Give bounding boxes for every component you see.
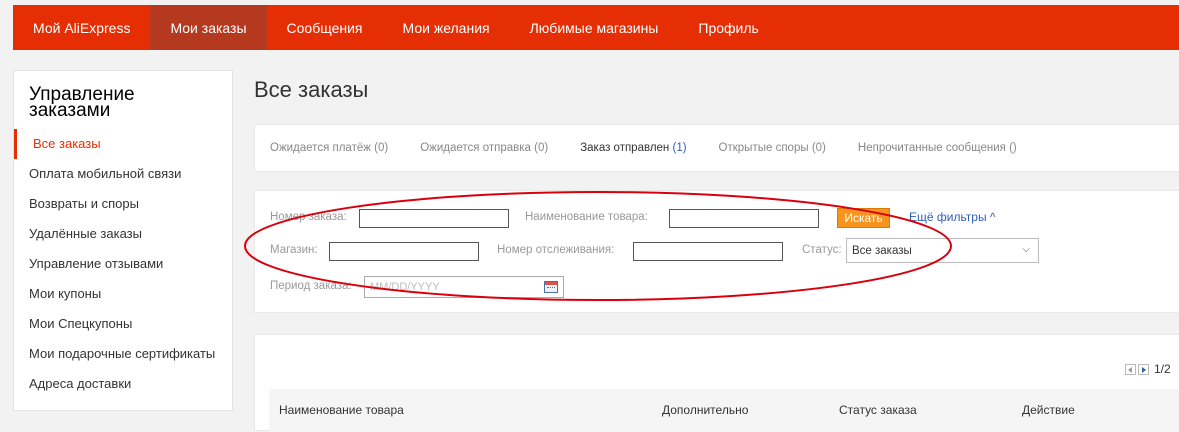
nav-profile[interactable]: Профиль <box>678 5 778 50</box>
orders-table-header: Наименование товара Дополнительно Статус… <box>269 389 1179 432</box>
tab-awaiting-shipment[interactable]: Ожидается отправка (0) <box>420 142 548 154</box>
status-selected-value: Все заказы <box>852 244 912 257</box>
page-title: Все заказы <box>254 77 369 102</box>
sidebar-title: Управление заказами <box>29 84 135 121</box>
sidebar-item-mobile-payment[interactable]: Оплата мобильной связи <box>14 159 232 189</box>
nav-messages[interactable]: Сообщения <box>267 5 383 50</box>
more-filters-link[interactable]: Ещё фильтры ^ <box>909 210 996 224</box>
sidebar-item-all-orders[interactable]: Все заказы <box>14 129 232 159</box>
status-label: Статус: <box>802 244 842 256</box>
tab-label: Открытые споры <box>718 142 809 154</box>
tracking-label: Номер отслеживания: <box>497 244 615 256</box>
sidebar-item-coupons[interactable]: Мои купоны <box>14 279 232 309</box>
column-header-status: Статус заказа <box>839 403 917 417</box>
top-nav: Мой AliExpress Мои заказы Сообщения Мои … <box>13 5 1179 50</box>
tab-awaiting-payment[interactable]: Ожидается платёж (0) <box>270 142 388 154</box>
sidebar-item-special-coupons[interactable]: Мои Спецкупоны <box>14 309 232 339</box>
nav-my-orders[interactable]: Мои заказы <box>150 5 267 50</box>
tab-label: Заказ отправлен <box>580 142 670 154</box>
product-name-label: Наименование товара: <box>525 211 648 223</box>
tab-count: (0) <box>374 142 389 154</box>
tab-open-disputes[interactable]: Открытые споры (0) <box>719 142 826 154</box>
pagination: 1/2 <box>1125 362 1171 376</box>
store-input[interactable] <box>329 242 479 261</box>
sidebar-item-returns-disputes[interactable]: Возвраты и споры <box>14 189 232 219</box>
tab-label: Ожидается платёж <box>270 142 371 154</box>
order-number-label: Номер заказа: <box>270 211 347 223</box>
column-header-action: Действие <box>1022 403 1075 417</box>
tab-count: (0) <box>811 142 826 154</box>
sidebar-item-gift-cards[interactable]: Мои подарочные сертификаты <box>14 339 232 369</box>
search-button[interactable]: Искать <box>837 208 890 228</box>
tab-label: Ожидается отправка <box>420 142 531 154</box>
sidebar: Управление заказами Все заказы Оплата мо… <box>13 70 233 411</box>
store-label: Магазин: <box>270 244 318 256</box>
results-panel: 1/2 Наименование товара Дополнительно Ст… <box>254 334 1179 432</box>
sidebar-item-deleted-orders[interactable]: Удалённые заказы <box>14 219 232 249</box>
sidebar-item-feedback[interactable]: Управление отзывами <box>14 249 232 279</box>
tab-shipped[interactable]: Заказ отправлен (1) <box>580 142 686 154</box>
status-tabs: Ожидается платёж (0) Ожидается отправка … <box>254 124 1179 172</box>
column-header-additional: Дополнительно <box>662 403 749 417</box>
date-placeholder: MM/DD/YYYY <box>370 281 440 293</box>
tab-unread-messages[interactable]: Непрочитанные сообщения () <box>858 142 1017 154</box>
calendar-icon[interactable] <box>544 281 558 293</box>
filter-panel: Номер заказа: Наименование товара: Искат… <box>254 190 1179 313</box>
tab-count: (0) <box>534 142 549 154</box>
page-indicator: 1/2 <box>1154 362 1171 376</box>
nav-wishlist[interactable]: Мои желания <box>383 5 510 50</box>
tab-count: () <box>1009 142 1017 154</box>
chevron-down-icon: ⌵ <box>1022 244 1030 255</box>
tab-label: Непрочитанные сообщения <box>857 142 1006 154</box>
sidebar-item-addresses[interactable]: Адреса доставки <box>14 369 232 399</box>
period-label: Период заказа: <box>270 280 352 292</box>
column-header-product: Наименование товара <box>279 403 404 417</box>
status-select[interactable]: Все заказы ⌵ <box>846 238 1039 263</box>
order-number-input[interactable] <box>359 209 509 228</box>
nav-my-aliexpress[interactable]: Мой AliExpress <box>13 5 150 50</box>
product-name-input[interactable] <box>669 209 819 228</box>
next-page-icon[interactable] <box>1138 363 1149 375</box>
order-date-input[interactable]: MM/DD/YYYY <box>364 276 564 298</box>
tracking-input[interactable] <box>633 242 783 261</box>
nav-favorite-stores[interactable]: Любимые магазины <box>510 5 679 50</box>
tab-count: (1) <box>672 142 687 154</box>
prev-page-icon[interactable] <box>1125 363 1136 375</box>
